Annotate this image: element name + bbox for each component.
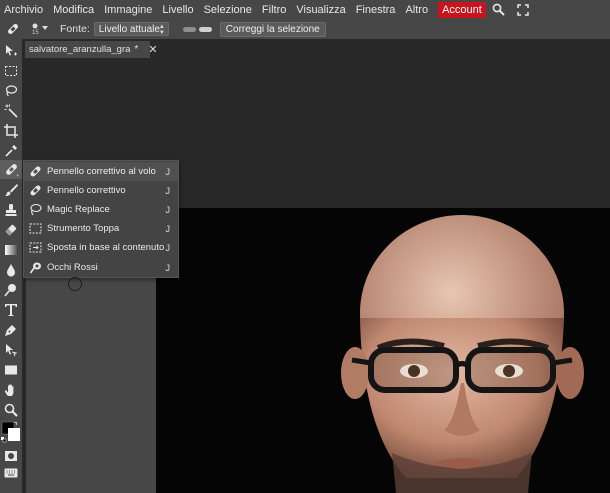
source-label: Fonte: (60, 23, 90, 35)
account-button[interactable]: Account (438, 1, 486, 18)
hand-tool-icon[interactable] (0, 380, 22, 399)
brush-size-picker[interactable]: 15 (30, 20, 52, 38)
document-tab[interactable]: salvatore_aranzulla_gra * ✕ (25, 41, 158, 58)
options-bar: 15 Fonte: Livello attuale ▲ ▼ Correggi la… (0, 19, 610, 39)
flyout-item-healing-brush[interactable]: Pennello correttivo J (24, 181, 178, 200)
color-swatches[interactable] (0, 419, 22, 445)
tools-panel (0, 39, 22, 493)
healing-tool-icon[interactable] (0, 160, 22, 179)
flyout-item-shortcut: J (165, 166, 171, 177)
flyout-item-magic-replace[interactable]: Magic Replace J (24, 200, 178, 219)
type-tool-icon[interactable] (0, 300, 22, 319)
flyout-item-label: Pennello correttivo al volo (47, 166, 156, 177)
flyout-item-patch-tool[interactable]: Strumento Toppa J (24, 219, 178, 238)
menu-altro[interactable]: Altro (404, 2, 434, 18)
menu-livello[interactable]: Livello (161, 2, 199, 18)
brush-cursor (68, 277, 82, 291)
correct-selection-button[interactable]: Correggi la selezione (219, 21, 326, 37)
stamp-tool-icon[interactable] (0, 200, 22, 219)
eraser-tool-icon[interactable] (0, 220, 22, 239)
red-eye-icon (28, 261, 42, 275)
document-modified-mark: * (134, 44, 139, 55)
flyout-item-label: Strumento Toppa (47, 223, 120, 234)
fullscreen-icon[interactable] (516, 3, 530, 17)
menu-modifica[interactable]: Modifica (52, 2, 100, 18)
source-select[interactable]: Livello attuale ▲ ▼ (93, 22, 169, 36)
pen-tool-icon[interactable] (0, 320, 22, 339)
magic-replace-icon (28, 203, 42, 217)
spot-healing-icon (28, 165, 42, 179)
dodge-tool-icon[interactable] (0, 280, 22, 299)
move-tool-icon[interactable] (0, 41, 22, 60)
gradient-tool-icon[interactable] (0, 240, 22, 259)
flyout-item-shortcut: J (165, 185, 171, 196)
flyout-item-label: Occhi Rossi (47, 262, 98, 273)
spot-healing-icon[interactable] (2, 19, 24, 39)
menu-visualizza[interactable]: Visualizza (295, 2, 351, 18)
flyout-item-shortcut: J (165, 204, 171, 215)
flyout-item-label: Sposta in base al contenuto (47, 242, 165, 253)
close-icon[interactable]: ✕ (148, 43, 157, 56)
flyout-item-content-aware-move[interactable]: Sposta in base al contenuto J (24, 238, 178, 257)
marquee-tool-icon[interactable] (0, 61, 22, 80)
select-arrows-icon: ▲ ▼ (158, 24, 165, 36)
menu-finestra[interactable]: Finestra (355, 2, 402, 18)
menu-bar: Archivio Modifica Immagine Livello Selez… (0, 0, 610, 19)
brush-tool-icon[interactable] (0, 180, 22, 199)
flyout-item-shortcut: J (165, 223, 171, 234)
healing-brush-icon (28, 184, 42, 198)
flyout-item-shortcut: J (165, 262, 171, 273)
photo-canvas[interactable] (156, 208, 610, 493)
content-aware-move-icon (28, 241, 42, 255)
menu-selezione[interactable]: Selezione (203, 2, 258, 18)
sample-mode-left-toggle[interactable] (182, 26, 196, 32)
flyout-item-label: Pennello correttivo (47, 185, 126, 196)
document-title: salvatore_aranzulla_gra (29, 44, 131, 55)
menu-filtro[interactable]: Filtro (261, 2, 292, 18)
flyout-item-shortcut: J (165, 242, 171, 253)
sample-mode-right-toggle[interactable] (198, 26, 212, 32)
rectangle-tool-icon[interactable] (0, 360, 22, 379)
flyout-item-red-eye[interactable]: Occhi Rossi J (24, 258, 178, 277)
blur-tool-icon[interactable] (0, 260, 22, 279)
path-selection-icon[interactable] (0, 340, 22, 359)
zoom-tool-icon[interactable] (0, 400, 22, 419)
search-icon[interactable] (492, 3, 506, 17)
portrait-photo (341, 215, 584, 493)
magic-wand-icon[interactable] (0, 101, 22, 120)
keyboard-icon[interactable] (0, 463, 22, 482)
flyout-item-spot-healing[interactable]: Pennello correttivo al volo J (24, 162, 178, 181)
source-select-value: Livello attuale (98, 23, 160, 35)
patch-tool-icon (28, 222, 42, 236)
flyout-item-label: Magic Replace (47, 204, 110, 215)
crop-tool-icon[interactable] (0, 121, 22, 140)
lasso-tool-icon[interactable] (0, 81, 22, 100)
menu-archivio[interactable]: Archivio (3, 2, 49, 18)
brush-size-value: 15 (32, 30, 39, 36)
menu-immagine[interactable]: Immagine (103, 2, 158, 18)
eyedropper-tool-icon[interactable] (0, 141, 22, 160)
healing-tools-flyout: Pennello correttivo al volo J Pennello c… (23, 160, 179, 278)
